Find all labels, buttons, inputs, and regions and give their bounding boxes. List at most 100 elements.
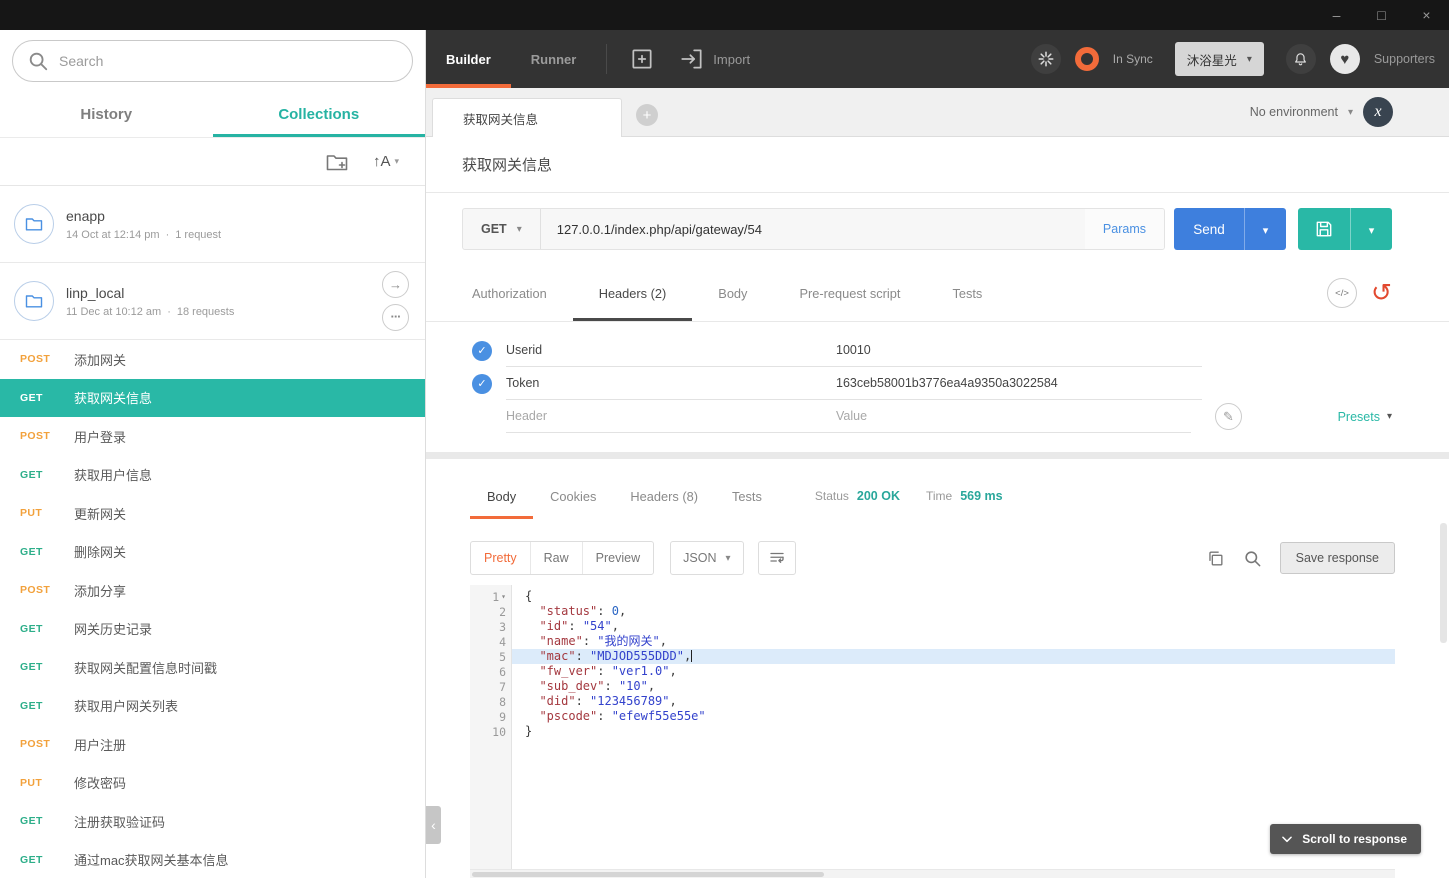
tab-response-body[interactable]: Body — [470, 473, 533, 519]
code-line[interactable]: "status": 0, — [512, 604, 1395, 619]
send-options-button[interactable]: ▾ — [1244, 208, 1286, 250]
url-input[interactable] — [540, 221, 1085, 237]
code-token: 0 — [611, 604, 619, 618]
new-folder-button[interactable] — [325, 150, 349, 174]
request-list-item[interactable]: GET 通过mac获取网关基本信息 — [0, 841, 425, 878]
view-pretty[interactable]: Pretty — [471, 542, 530, 574]
tab-pre-request-script[interactable]: Pre-request script — [773, 265, 926, 321]
pane-divider[interactable] — [426, 452, 1449, 459]
save-response-button[interactable]: Save response — [1279, 542, 1395, 574]
search-box[interactable] — [12, 40, 413, 82]
request-name-label: 添加分享 — [74, 583, 127, 599]
tab-authorization[interactable]: Authorization — [446, 265, 573, 321]
notifications-button[interactable] — [1285, 44, 1316, 74]
vertical-scrollbar[interactable] — [1440, 523, 1447, 643]
new-tab-button[interactable] — [617, 30, 667, 88]
minimize-button[interactable]: – — [1314, 0, 1359, 30]
header-value-field[interactable]: 163ceb58001b3776ea4a9350a3022584 — [836, 367, 1202, 400]
header-value-field[interactable]: Value — [836, 400, 1191, 433]
send-button[interactable]: Send — [1174, 208, 1244, 250]
environment-quicklook-button[interactable]: x — [1363, 97, 1393, 127]
presets-dropdown[interactable]: Presets ▾ — [1242, 410, 1392, 424]
code-line[interactable]: "id": "54", — [512, 619, 1395, 634]
code-line[interactable]: "pscode": "efewf55e55e" — [512, 709, 1395, 724]
code-line[interactable]: { — [512, 589, 1395, 604]
header-enabled-checkbox[interactable]: ✓ — [472, 340, 492, 361]
format-dropdown[interactable]: JSON ▾ — [670, 541, 744, 575]
scrollbar-thumb[interactable] — [472, 872, 824, 877]
code-line[interactable]: "mac": "MDJOD555DDD", — [512, 649, 1395, 664]
reset-request-button[interactable]: ↺ — [1371, 280, 1392, 306]
editor-code[interactable]: { "status": 0, "id": "54", "name": "我的网关… — [512, 585, 1395, 878]
generate-code-button[interactable]: </> — [1327, 278, 1358, 308]
request-list-item[interactable]: POST 添加网关 — [0, 340, 425, 379]
header-value: 163ceb58001b3776ea4a9350a3022584 — [836, 376, 1058, 390]
collection-card[interactable]: linp_local 11 Dec at 10:12 am · 18 reque… — [0, 263, 425, 340]
search-input[interactable] — [59, 53, 398, 69]
sync-status-icon[interactable] — [1074, 47, 1099, 71]
header-key-field[interactable]: Token — [506, 367, 836, 400]
header-value-field[interactable]: 10010 — [836, 334, 1202, 367]
tab-headers[interactable]: Headers (2) — [573, 265, 693, 321]
account-menu-button[interactable]: 沐浴星光 ▾ — [1174, 42, 1264, 76]
view-raw[interactable]: Raw — [529, 542, 582, 574]
maximize-button[interactable]: □ — [1359, 0, 1404, 30]
code-line[interactable]: "name": "我的网关", — [512, 634, 1395, 649]
add-tab-button[interactable]: + — [636, 104, 658, 126]
sort-button[interactable]: ↑A ▾ — [373, 153, 399, 170]
request-list-item[interactable]: POST 用户登录 — [0, 417, 425, 456]
search-area — [0, 30, 425, 92]
tab-history[interactable]: History — [0, 92, 213, 137]
fold-caret-icon[interactable]: ▾ — [501, 592, 506, 601]
request-list-item[interactable]: GET 删除网关 — [0, 533, 425, 572]
sidebar-collapse-handle[interactable]: ‹ — [426, 806, 441, 844]
request-list-item[interactable]: PUT 修改密码 — [0, 764, 425, 803]
open-collection-button[interactable]: → — [382, 271, 409, 298]
collection-card[interactable]: enapp 14 Oct at 12:14 pm · 1 request — [0, 186, 425, 263]
code-line[interactable]: } — [512, 724, 1395, 739]
collection-menu-button[interactable]: ··· — [382, 304, 409, 331]
interceptor-button[interactable] — [1030, 44, 1061, 74]
request-list-item[interactable]: POST 添加分享 — [0, 571, 425, 610]
view-preview[interactable]: Preview — [581, 542, 653, 574]
header-enabled-checkbox[interactable]: ✓ — [472, 373, 492, 394]
request-list-item[interactable]: GET 获取网关信息 — [0, 378, 425, 417]
code-line[interactable]: "did": "123456789", — [512, 694, 1395, 709]
environment-dropdown[interactable]: No environment — [1250, 105, 1338, 119]
params-button[interactable]: Params — [1084, 209, 1164, 249]
header-key-field[interactable]: Userid — [506, 334, 836, 367]
request-list-item[interactable]: POST 用户注册 — [0, 725, 425, 764]
request-name-label: 更新网关 — [74, 506, 127, 522]
request-list-item[interactable]: GET 获取网关配置信息时间戳 — [0, 648, 425, 687]
request-list-item[interactable]: PUT 更新网关 — [0, 494, 425, 533]
save-button[interactable] — [1298, 208, 1350, 250]
code-line[interactable]: "sub_dev": "10", — [512, 679, 1395, 694]
import-button[interactable]: Import — [667, 30, 762, 88]
request-list-item[interactable]: GET 获取用户信息 — [0, 456, 425, 495]
request-list-item[interactable]: GET 网关历史记录 — [0, 610, 425, 649]
tab-response-headers[interactable]: Headers (8) — [613, 473, 715, 519]
tab-tests[interactable]: Tests — [926, 265, 1008, 321]
tab-body[interactable]: Body — [692, 265, 773, 321]
open-request-tab[interactable]: 获取网关信息 — [432, 98, 622, 137]
supporters-button[interactable]: ♥ — [1329, 44, 1360, 74]
bulk-edit-button[interactable]: ✎ — [1215, 403, 1242, 430]
method-dropdown[interactable]: GET ▾ — [463, 209, 541, 249]
horizontal-scrollbar[interactable] — [470, 869, 1395, 878]
nav-runner[interactable]: Runner — [511, 30, 597, 88]
code-line[interactable]: "fw_ver": "ver1.0", — [512, 664, 1395, 679]
search-response-button[interactable] — [1243, 549, 1262, 568]
nav-builder[interactable]: Builder — [426, 30, 511, 88]
request-list-item[interactable]: GET 获取用户网关列表 — [0, 687, 425, 726]
tab-response-tests[interactable]: Tests — [715, 473, 779, 519]
close-button[interactable]: × — [1404, 0, 1449, 30]
scroll-to-response-button[interactable]: Scroll to response — [1270, 824, 1421, 854]
wrap-lines-button[interactable] — [757, 541, 796, 575]
save-options-button[interactable]: ▾ — [1350, 208, 1392, 250]
tab-response-cookies[interactable]: Cookies — [533, 473, 613, 519]
copy-response-button[interactable] — [1206, 549, 1225, 568]
window-titlebar: – □ × — [0, 0, 1449, 30]
tab-collections[interactable]: Collections — [213, 92, 426, 137]
header-key-field[interactable]: Header — [506, 400, 836, 433]
request-list-item[interactable]: GET 注册获取验证码 — [0, 802, 425, 841]
